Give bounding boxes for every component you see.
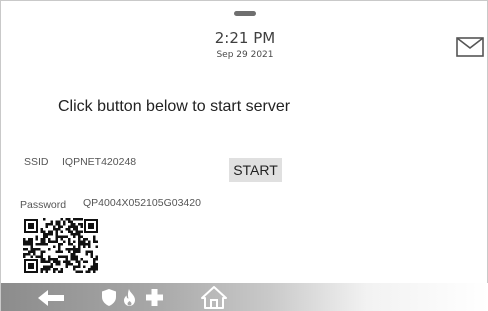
bottom-navigation-bar — [1, 283, 488, 311]
clock-date: Sep 29 2021 — [216, 50, 274, 60]
password-label: Password — [20, 199, 67, 211]
app-screen: 2:21 PM Sep 29 2021 Click button below t… — [0, 0, 488, 311]
clock-time: 2:21 PM — [214, 29, 276, 47]
home-icon[interactable] — [201, 286, 227, 309]
start-server-button[interactable]: START — [229, 158, 282, 182]
envelope-icon[interactable] — [456, 37, 484, 57]
medical-cross-icon[interactable] — [146, 289, 163, 306]
instruction-text: Click button below to start server — [58, 98, 291, 115]
shield-icon[interactable] — [102, 289, 116, 306]
ssid-label: SSID — [24, 156, 49, 168]
ssid-value: IQPNET420248 — [62, 156, 137, 168]
password-value: QP4004X052105G03420 — [83, 197, 201, 209]
qr-code-image — [23, 218, 99, 274]
back-arrow-icon[interactable] — [38, 290, 64, 306]
pull-down-handle[interactable] — [234, 11, 256, 16]
fire-icon[interactable] — [123, 289, 136, 306]
